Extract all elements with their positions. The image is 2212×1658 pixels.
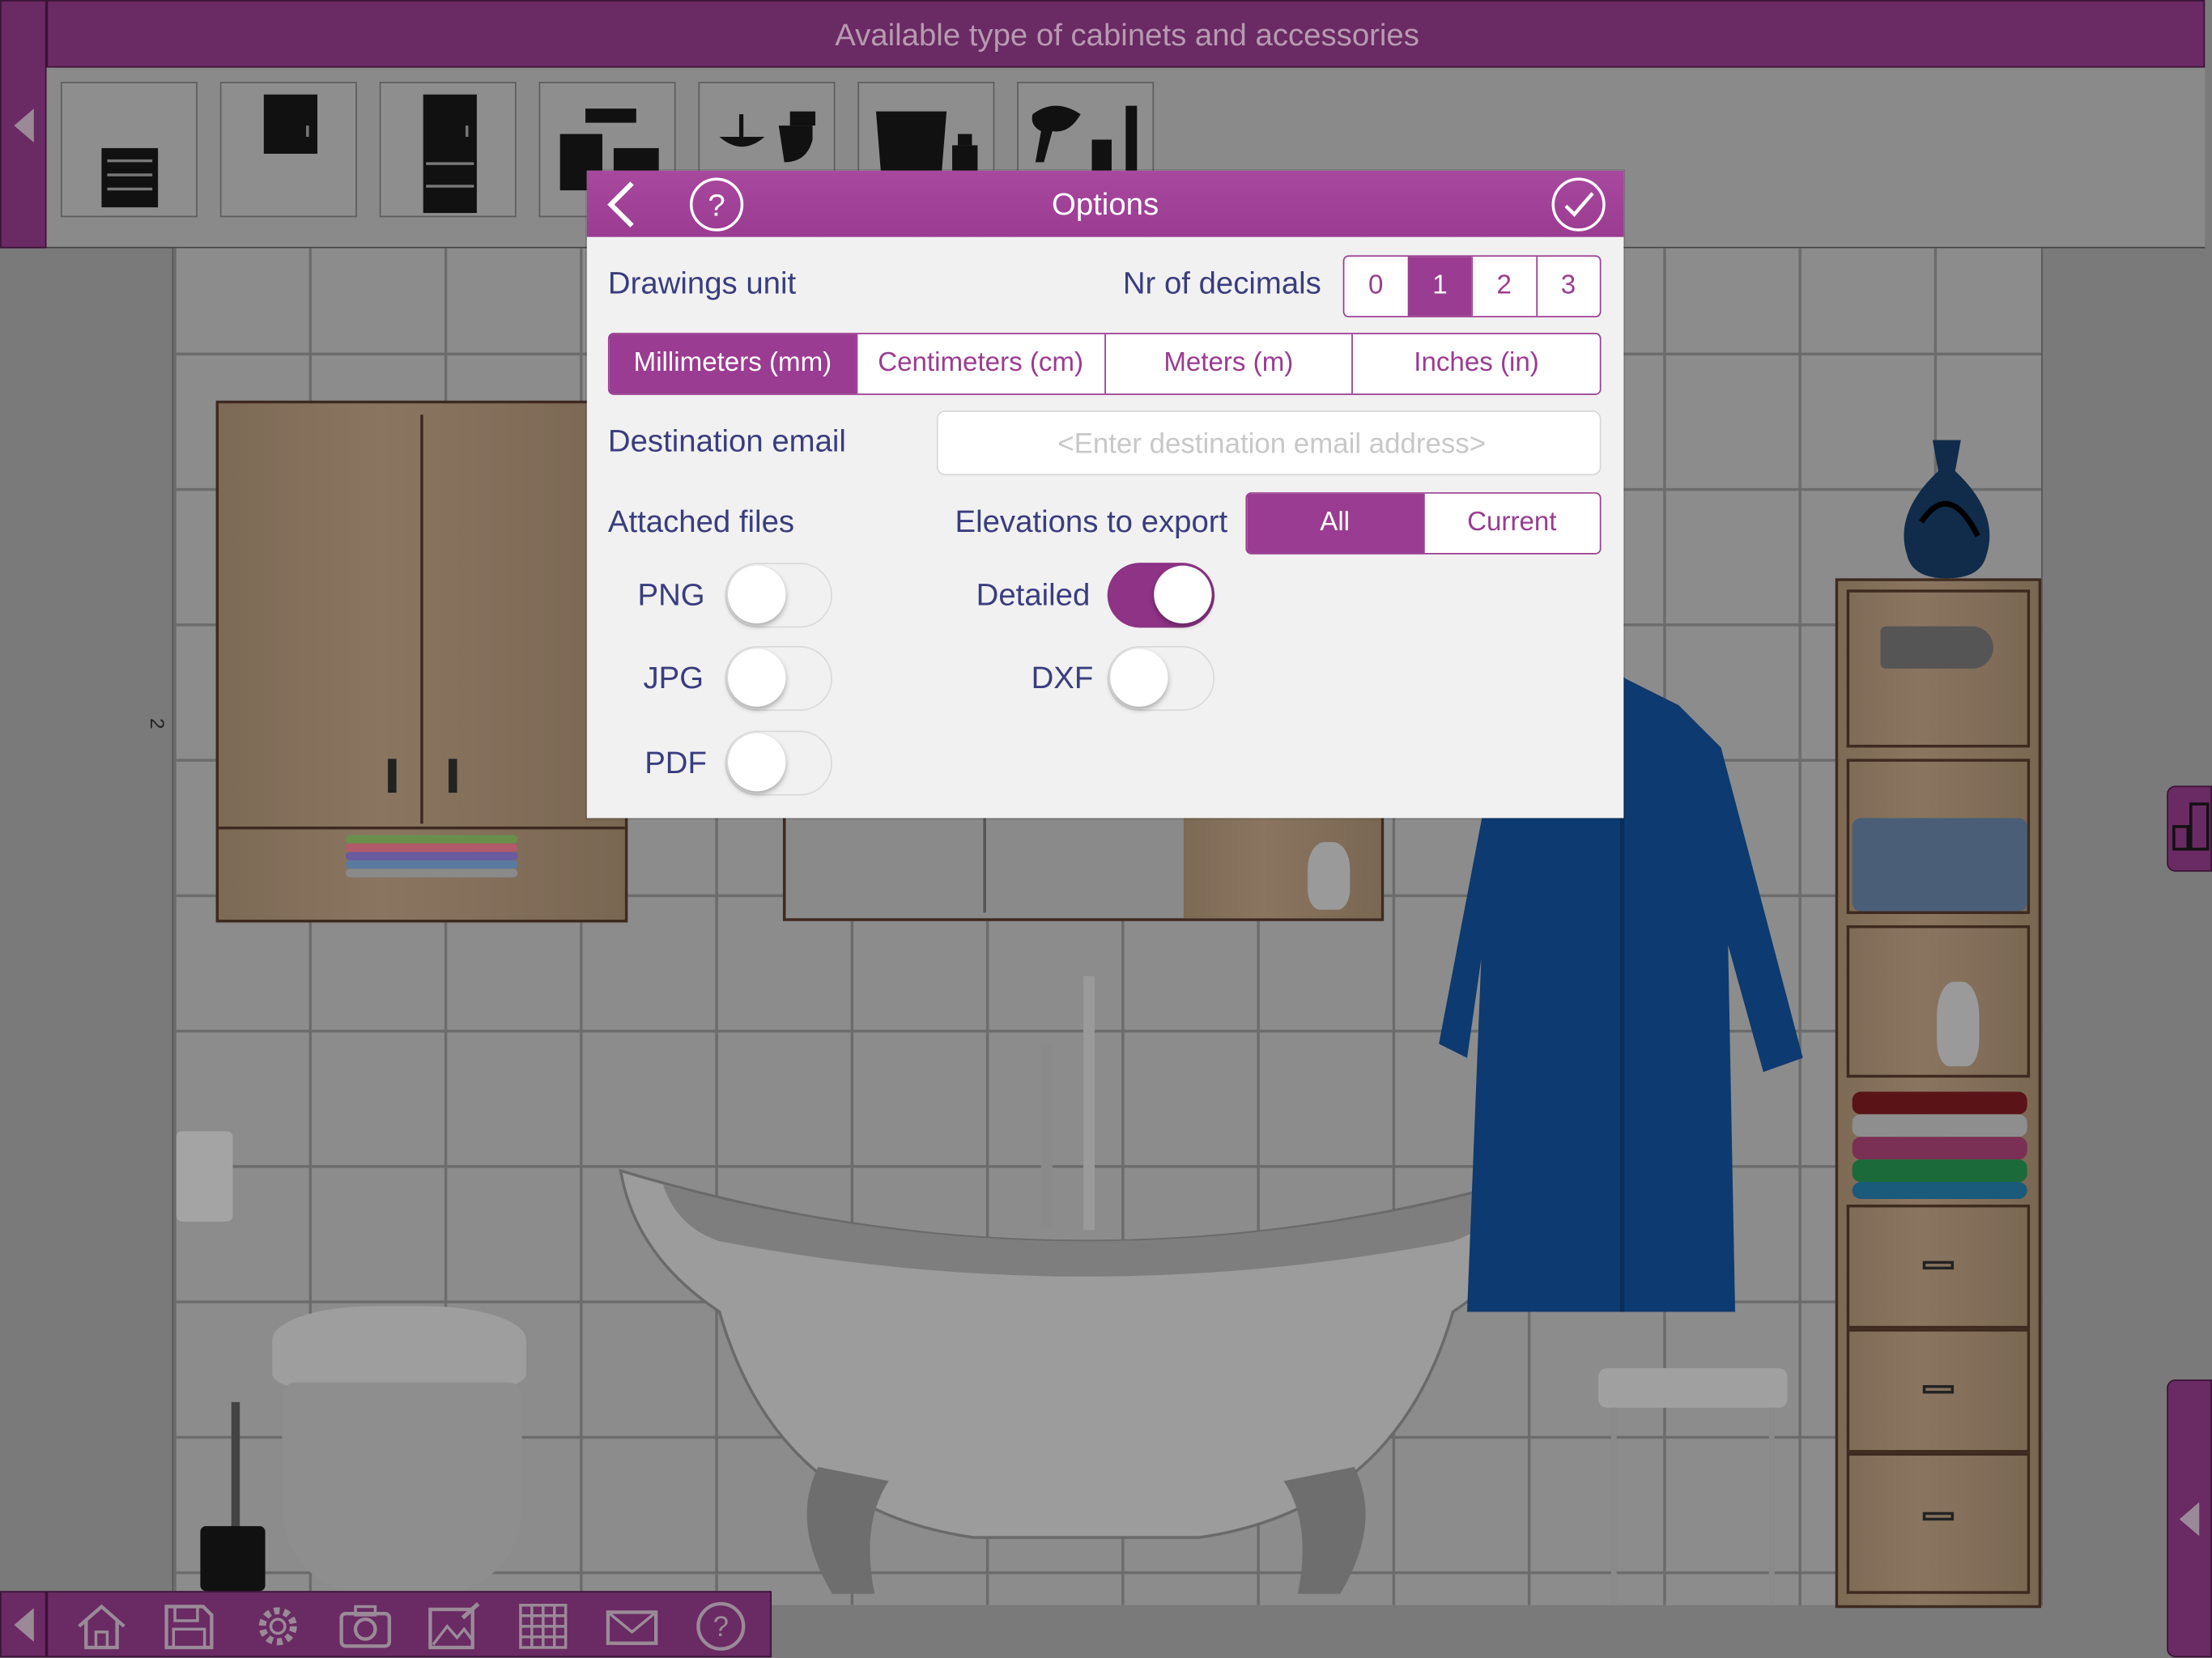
tall-cabinet-icon — [423, 94, 477, 214]
drawer — [1846, 1329, 2031, 1453]
jpg-toggle[interactable] — [725, 645, 832, 712]
towel-stack — [1852, 1091, 2027, 1205]
unit-option-cm[interactable]: Centimeters (cm) — [856, 334, 1104, 394]
dialog-header: Options ? — [586, 170, 1624, 237]
door-handle — [388, 759, 397, 793]
mail-icon[interactable] — [604, 1601, 661, 1652]
dimension-marker: 2 — [147, 718, 169, 729]
decimals-option-3[interactable]: 3 — [1535, 257, 1600, 317]
vase[interactable] — [1893, 437, 2000, 581]
drawer-cabinet-icon — [101, 147, 159, 208]
drawer-handle — [1922, 1511, 1955, 1521]
camera-icon[interactable] — [337, 1601, 393, 1652]
dxf-toggle[interactable] — [1107, 645, 1215, 712]
gear-icon[interactable] — [249, 1601, 306, 1652]
right-panel-tab[interactable] — [2167, 1379, 2212, 1658]
help-icon[interactable]: ? — [692, 1601, 749, 1652]
elevation-panel-tab[interactable] — [2167, 785, 2212, 872]
door-handle — [449, 759, 457, 793]
drawings-unit-label: Drawings unit — [607, 265, 797, 301]
unit-option-mm[interactable]: Millimeters (mm) — [609, 334, 857, 394]
detailed-toggle[interactable] — [1107, 563, 1215, 628]
units-selector: Millimeters (mm) Centimeters (cm) Meters… — [607, 333, 1602, 395]
edit-image-icon[interactable] — [426, 1601, 483, 1652]
towel-stack — [345, 835, 518, 878]
drawer-handle — [1922, 1261, 1955, 1270]
chevron-left-icon — [2179, 1502, 2200, 1537]
soap-dispenser — [1308, 842, 1351, 910]
jpg-label: JPG — [643, 660, 704, 695]
back-button[interactable] — [601, 179, 643, 230]
cabinet-layout-icon — [2172, 802, 2210, 851]
drawer — [1846, 1204, 2031, 1329]
sink-toilet-icon — [719, 111, 816, 163]
vanity-drawer — [1183, 814, 1381, 919]
stool-legs — [1610, 1407, 1775, 1605]
drawer — [1846, 1452, 2031, 1594]
palette-item-tall-cabinet[interactable] — [379, 82, 517, 218]
options-dialog: Options ? Drawings unit Nr of decimals 0… — [586, 170, 1624, 818]
destination-email-label: Destination email — [607, 423, 846, 459]
palette-item-wall-cabinet[interactable] — [219, 82, 357, 218]
elevation-option-all[interactable]: All — [1247, 493, 1423, 553]
top-bar: Available type of cabinets and accessori… — [46, 0, 2206, 68]
toilet-paper-holder[interactable] — [176, 1131, 233, 1222]
cabinet-shelf-line — [219, 826, 625, 830]
vanity-divider — [983, 814, 986, 913]
grid-icon[interactable] — [515, 1601, 572, 1652]
png-label: PNG — [637, 576, 705, 613]
dxf-label: DXF — [1031, 660, 1094, 695]
tall-cabinet-right[interactable] — [1835, 578, 2042, 1609]
vanity-cabinet[interactable] — [782, 810, 1385, 921]
hairdryer-accessories-icon — [1032, 105, 1138, 174]
destination-email-input[interactable] — [938, 411, 1606, 477]
toilet[interactable] — [282, 1382, 522, 1594]
attached-files-label: Attached files — [607, 504, 795, 539]
toilet-brush[interactable] — [200, 1526, 266, 1592]
unit-option-in[interactable]: Inches (in) — [1351, 334, 1600, 394]
chevron-left-icon — [14, 108, 34, 142]
palette-item-drawer-cabinet[interactable] — [60, 82, 198, 218]
cabinet-door-divider — [420, 414, 423, 824]
wall-cabinet-icon — [263, 94, 318, 154]
decimals-label: Nr of decimals — [1122, 265, 1321, 301]
destination-email-field[interactable] — [936, 410, 1606, 477]
png-toggle[interactable] — [725, 563, 832, 628]
blue-towels — [1852, 818, 2027, 912]
help-button[interactable]: ? — [688, 176, 745, 233]
toilet-lid[interactable] — [272, 1306, 526, 1391]
hairdryer — [1880, 626, 1993, 669]
save-icon[interactable] — [161, 1601, 218, 1652]
elevations-label: Elevations to export — [955, 504, 1228, 539]
decimals-selector: 0 1 2 3 — [1342, 255, 1602, 318]
decimals-option-2[interactable]: 2 — [1471, 257, 1536, 317]
bathtub[interactable] — [606, 1142, 1566, 1608]
elevation-option-current[interactable]: Current — [1423, 493, 1600, 553]
confirm-button[interactable] — [1551, 176, 1607, 233]
chevron-left-icon — [14, 1608, 34, 1643]
pdf-toggle[interactable] — [725, 730, 832, 796]
elevations-selector: All Current — [1245, 492, 1602, 555]
home-icon[interactable] — [74, 1601, 130, 1652]
palette-collapse-tab[interactable] — [0, 0, 47, 249]
stool-seat[interactable] — [1598, 1368, 1788, 1408]
soap-dispenser — [1937, 981, 1980, 1067]
decimals-option-0[interactable]: 0 — [1344, 257, 1407, 317]
unit-option-m[interactable]: Meters (m) — [1104, 334, 1352, 394]
top-bar-title: Available type of cabinets and accessori… — [835, 16, 1419, 53]
decimals-option-1[interactable]: 1 — [1406, 257, 1472, 317]
wall-cabinet-left[interactable] — [215, 400, 628, 923]
svg-text:?: ? — [708, 189, 725, 223]
pdf-label: PDF — [644, 744, 707, 780]
toolbar-collapse-tab[interactable] — [0, 1591, 47, 1658]
drawer-handle — [1922, 1384, 1955, 1394]
bottom-toolbar: ? — [46, 1591, 772, 1658]
svg-text:?: ? — [713, 1611, 729, 1643]
detailed-label: Detailed — [976, 576, 1091, 613]
toilet-brush-handle — [231, 1401, 240, 1533]
